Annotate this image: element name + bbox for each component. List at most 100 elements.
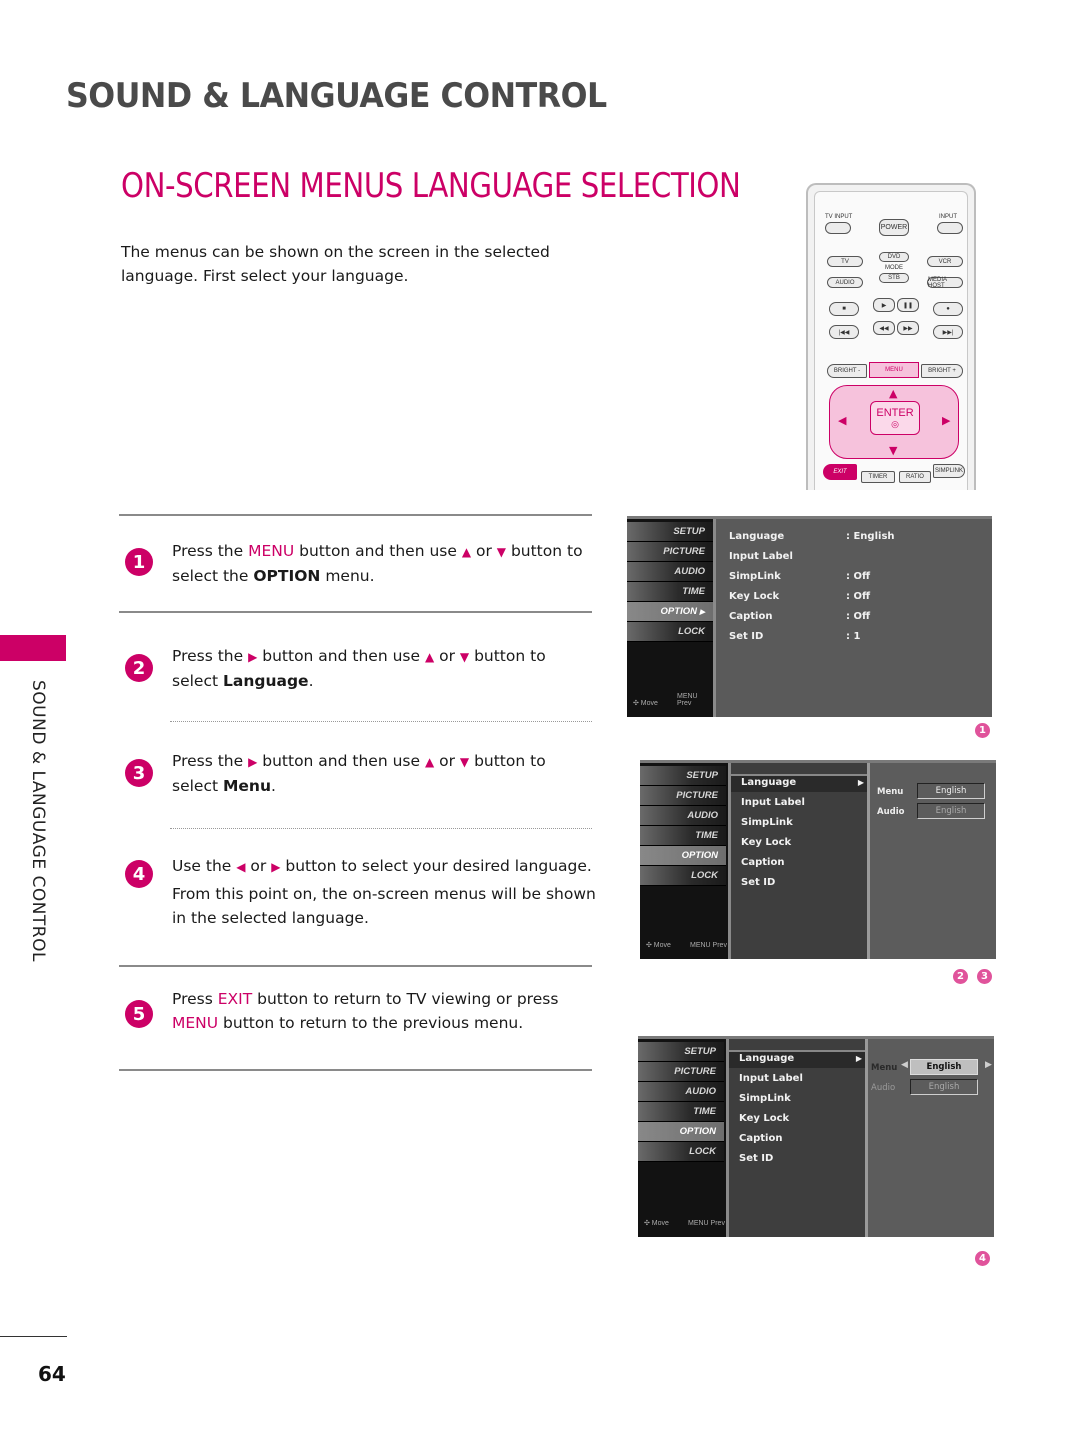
page-number-rule	[0, 1336, 67, 1337]
bright-minus-button[interactable]: BRIGHT -	[827, 364, 867, 378]
page-number: 64	[38, 1362, 66, 1386]
stb-mode-button[interactable]: STB	[879, 273, 909, 283]
divider	[119, 1069, 592, 1071]
option-item-input-label[interactable]: Input Label	[741, 793, 805, 813]
right-arrow-icon[interactable]: ▶	[985, 1060, 992, 1070]
right-arrow-icon: ▶	[248, 755, 258, 769]
step-number: 1	[125, 548, 153, 576]
tv-category-time[interactable]: TIME	[627, 582, 713, 602]
rewind-button[interactable]: ◀◀	[873, 321, 895, 335]
option-item-caption[interactable]: Caption	[741, 853, 784, 873]
left-arrow-icon[interactable]: ◀	[838, 414, 846, 427]
tv-category-time[interactable]: TIME	[640, 826, 726, 846]
ratio-button[interactable]: RATIO	[899, 471, 931, 483]
submenu-arrow-icon: ▶	[857, 778, 864, 787]
option-item-caption[interactable]: Caption: Off	[729, 607, 870, 627]
tv-category-time[interactable]: TIME	[638, 1102, 724, 1122]
down-arrow-icon: ▼	[459, 650, 470, 664]
down-arrow-icon: ▼	[459, 755, 470, 769]
option-item-caption[interactable]: Caption	[739, 1129, 782, 1149]
tv-screen-option-menu: SETUP PICTURE AUDIO TIME OPTION ▶ LOCK ✣…	[627, 516, 992, 717]
bright-plus-button[interactable]: BRIGHT +	[921, 364, 963, 378]
up-arrow-icon[interactable]: ▲	[889, 387, 897, 400]
option-item-input-label[interactable]: Input Label	[729, 547, 793, 567]
option-item-input-label[interactable]: Input Label	[739, 1069, 803, 1089]
tv-category-audio[interactable]: AUDIO	[640, 806, 726, 826]
tv-category-picture[interactable]: PICTURE	[627, 542, 713, 562]
menu-language-select[interactable]: English	[910, 1059, 978, 1075]
tv-input-button[interactable]	[825, 222, 851, 234]
tv-category-setup[interactable]: SETUP	[640, 766, 726, 786]
option-item-set-id[interactable]: Set ID	[739, 1149, 773, 1169]
right-arrow-icon[interactable]: ▶	[942, 414, 950, 427]
tv-category-picture[interactable]: PICTURE	[640, 786, 726, 806]
prev-hint: MENU Prev	[688, 1220, 725, 1227]
prev-hint: MENU Prev	[677, 693, 698, 707]
vcr-mode-button[interactable]: VCR	[927, 256, 963, 267]
audio-mode-button[interactable]: AUDIO	[827, 277, 863, 288]
audio-language-select[interactable]: English	[917, 803, 985, 819]
up-arrow-icon: ▲	[424, 755, 435, 769]
option-item-simplink[interactable]: SimpLink	[739, 1089, 791, 1109]
mode-label: MODE	[885, 265, 903, 271]
tv-category-sidebar: SETUP PICTURE AUDIO TIME OPTION LOCK ✣ M…	[640, 763, 731, 959]
option-item-key-lock[interactable]: Key Lock	[741, 833, 791, 853]
step-text: Press the ▶ button and then use ▲ or ▼ b…	[172, 752, 546, 795]
step-badge: 1	[975, 723, 990, 738]
language-panel: Menu ◀ English ▶ Audio English	[868, 1039, 994, 1237]
stop-button[interactable]: ■	[829, 302, 859, 316]
enter-button[interactable]: ENTER ◎	[870, 401, 920, 435]
tv-category-lock[interactable]: LOCK	[638, 1142, 724, 1162]
side-tab-marker	[0, 635, 66, 661]
input-button[interactable]	[937, 222, 963, 234]
previous-button[interactable]: |◀◀	[829, 325, 859, 339]
step-text: Press EXIT button to return to TV viewin…	[172, 990, 559, 1032]
move-hint: ✣ Move	[646, 942, 671, 949]
tv-category-lock[interactable]: LOCK	[640, 866, 726, 886]
tv-category-lock[interactable]: LOCK	[627, 622, 713, 642]
next-button[interactable]: ▶▶|	[933, 325, 963, 339]
option-item-language[interactable]: Language ▶	[739, 1049, 864, 1069]
timer-button[interactable]: TIMER	[861, 471, 895, 483]
option-item-key-lock[interactable]: Key Lock	[739, 1109, 789, 1129]
fast-forward-button[interactable]: ▶▶	[897, 321, 919, 335]
step-text: Press the MENU button and then use ▲ or …	[172, 542, 583, 585]
power-button[interactable]: POWER	[879, 219, 909, 236]
tv-input-label: TV INPUT	[825, 214, 853, 220]
option-item-key-lock[interactable]: Key Lock: Off	[729, 587, 870, 607]
section-title: SOUND & LANGUAGE CONTROL	[66, 76, 607, 116]
option-item-simplink[interactable]: SimpLink: Off	[729, 567, 870, 587]
menu-button[interactable]: MENU	[869, 362, 919, 378]
audio-language-select[interactable]: English	[910, 1079, 978, 1095]
tv-category-picture[interactable]: PICTURE	[638, 1062, 724, 1082]
option-item-simplink[interactable]: SimpLink	[741, 813, 793, 833]
left-arrow-icon[interactable]: ◀	[901, 1060, 908, 1070]
option-item-language[interactable]: Language: English	[729, 527, 895, 547]
record-button[interactable]: ●	[933, 302, 963, 316]
tv-category-setup[interactable]: SETUP	[627, 522, 713, 542]
menu-language-select[interactable]: English	[917, 783, 985, 799]
media-host-button[interactable]: MEDIA HOST	[927, 277, 963, 289]
option-item-set-id[interactable]: Set ID: 1	[729, 627, 860, 647]
tv-category-audio[interactable]: AUDIO	[627, 562, 713, 582]
option-item-language[interactable]: Language ▶	[741, 773, 866, 793]
down-arrow-icon: ▼	[496, 545, 507, 559]
menu-language-label: Menu	[877, 787, 904, 797]
tv-category-option[interactable]: OPTION	[638, 1122, 724, 1142]
tv-mode-button[interactable]: TV	[827, 256, 863, 267]
down-arrow-icon[interactable]: ▼	[889, 444, 897, 457]
enter-dot-icon: ◎	[891, 418, 899, 429]
dvd-mode-button[interactable]: DVD	[879, 252, 909, 262]
tv-category-audio[interactable]: AUDIO	[638, 1082, 724, 1102]
divider	[119, 611, 592, 613]
option-item-set-id[interactable]: Set ID	[741, 873, 775, 893]
tv-category-sidebar: SETUP PICTURE AUDIO TIME OPTION ▶ LOCK ✣…	[627, 519, 716, 717]
tv-category-setup[interactable]: SETUP	[638, 1042, 724, 1062]
exit-button[interactable]: EXIT	[823, 464, 857, 480]
play-button[interactable]: ▶	[873, 298, 895, 312]
pause-button[interactable]: ❚❚	[897, 298, 919, 312]
simplink-button[interactable]: SIMPLINK	[933, 464, 965, 478]
step-badge: 3	[977, 969, 992, 984]
tv-category-option[interactable]: OPTION ▶	[627, 602, 713, 622]
tv-category-option[interactable]: OPTION	[640, 846, 726, 866]
